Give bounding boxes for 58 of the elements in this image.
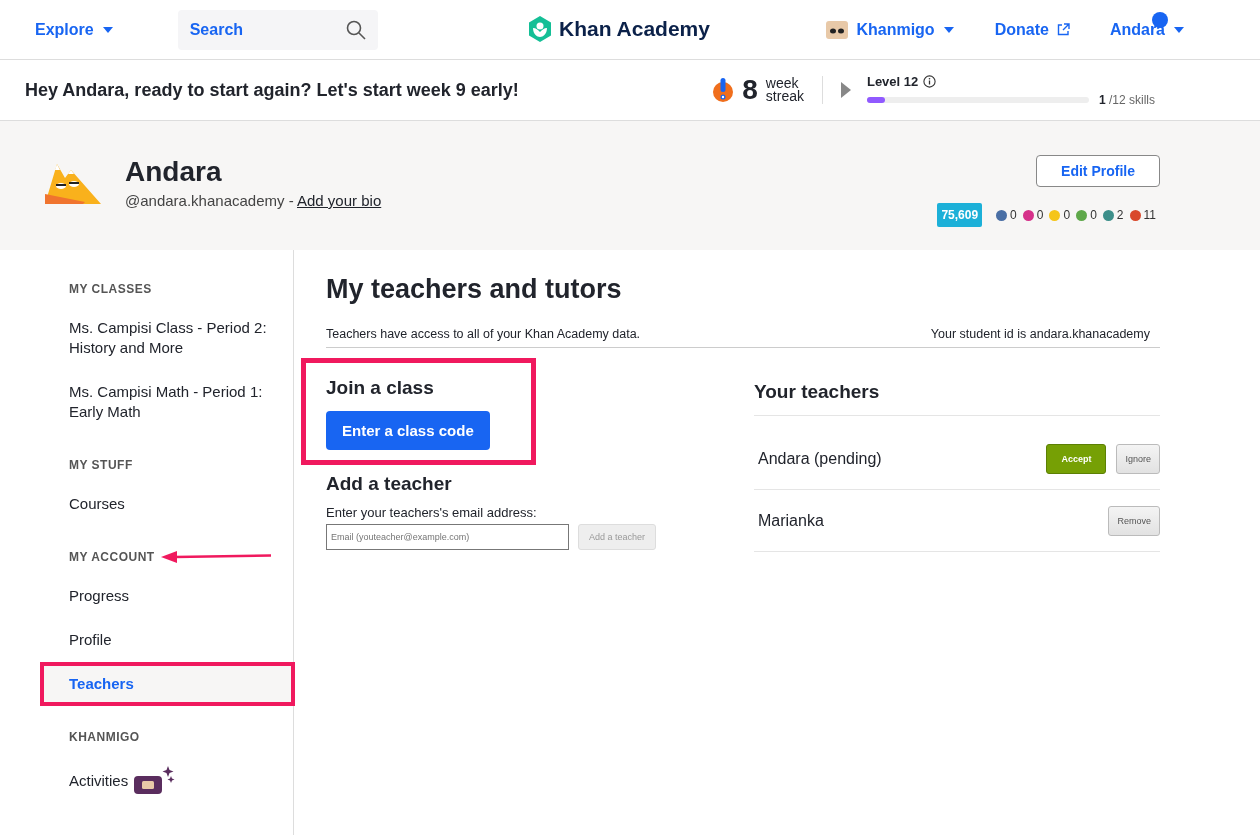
sidebar-item[interactable]: Progress xyxy=(69,586,130,606)
sidebar-item[interactable]: Ms. Campisi Math - Period 1: Early Math xyxy=(69,382,279,422)
enter-class-code-button[interactable]: Enter a class code xyxy=(326,411,490,450)
energy-points: 75,609 xyxy=(937,203,983,227)
caret-icon xyxy=(1173,25,1185,34)
badge-count: 0 xyxy=(1010,208,1017,222)
external-link-icon xyxy=(1056,23,1070,36)
section-heading: Add a teacher xyxy=(326,473,453,495)
streak-label: week xyxy=(765,77,799,90)
email-label: Enter your teachers's email address: xyxy=(326,505,538,520)
streak-count: 8 xyxy=(742,74,758,106)
sidebar-item[interactable]: Profile xyxy=(69,630,112,650)
profile-name: Andara xyxy=(125,156,223,188)
search-field[interactable]: Search xyxy=(177,9,378,50)
remove-button[interactable]: Remove xyxy=(1108,505,1160,536)
sidebar-heading: MY ACCOUNT xyxy=(69,550,155,564)
badge-count: 0 xyxy=(1036,208,1044,222)
skills-total: /12 skills xyxy=(1109,92,1155,107)
info-icon[interactable] xyxy=(923,74,937,88)
ignore-button[interactable]: Ignore xyxy=(1116,443,1160,474)
explore-menu[interactable]: Explore xyxy=(35,20,114,39)
robot-face-icon xyxy=(826,20,849,39)
badge-count: 2 xyxy=(1116,208,1124,222)
search-icon xyxy=(345,19,366,40)
badge-count: 11 xyxy=(1143,208,1156,222)
badge-count: 0 xyxy=(1090,208,1097,222)
play-icon xyxy=(840,82,851,98)
robot-sparkle-icon xyxy=(132,766,177,796)
streak-label: streak xyxy=(765,90,804,103)
level-title: Level 12 xyxy=(866,73,919,89)
badge-count: 0 xyxy=(1063,208,1071,222)
greeting-text: Hey Andara, ready to start again? Let's start week 9 early! xyxy=(25,79,519,101)
sidebar-heading: KHANMIGO xyxy=(69,730,140,744)
caret-icon xyxy=(942,25,955,34)
data-access-note: Teachers have access to all of your Khan Academy data. xyxy=(326,327,641,341)
section-heading: Join a class xyxy=(326,377,435,399)
edit-profile-button[interactable]: Edit Profile xyxy=(1036,155,1160,187)
username: @andara.khanacademy - xyxy=(125,192,294,209)
sidebar-item[interactable]: Teachers xyxy=(69,674,134,694)
flame-icon xyxy=(712,77,735,103)
add-bio-link[interactable]: Add your bio xyxy=(297,192,382,209)
sidebar-item[interactable]: Courses xyxy=(69,494,125,514)
logo-text[interactable]: Khan Academy xyxy=(559,17,710,41)
skills-done: 1 xyxy=(1098,92,1106,107)
teacher-name: Marianka xyxy=(758,511,824,530)
sidebar-item[interactable]: Activities xyxy=(69,771,129,791)
page-title: My teachers and tutors xyxy=(326,274,623,305)
logo-icon xyxy=(527,15,553,43)
teacher-name: Andara (pending) xyxy=(758,449,882,468)
khanmigo-menu[interactable]: Khanmigo xyxy=(826,20,955,39)
student-id-text: Your student id is andara.khanacademy xyxy=(930,327,1150,341)
donate-link[interactable]: Donate xyxy=(994,20,1070,39)
sidebar-item[interactable]: Ms. Campisi Class - Period 2: History and More xyxy=(69,318,279,358)
sidebar-heading: MY STUFF xyxy=(69,458,133,472)
sidebar-heading: MY CLASSES xyxy=(69,282,152,296)
caret-icon xyxy=(101,25,114,34)
email-field[interactable]: Email (youteacher@example.com) xyxy=(326,524,569,550)
section-heading: Your teachers xyxy=(754,381,1160,416)
